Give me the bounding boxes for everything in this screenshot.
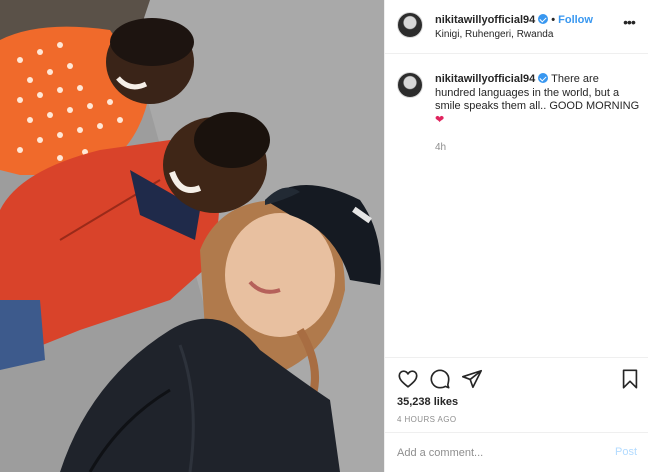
caption-text-block: nikitawillyofficial94 There are hundred … xyxy=(435,73,640,127)
separator: • xyxy=(551,14,556,26)
add-comment-bar: Post xyxy=(385,432,648,472)
heart-icon[interactable] xyxy=(397,368,419,390)
photo-illustration xyxy=(0,0,384,472)
bookmark-icon[interactable] xyxy=(619,368,641,390)
post-photo[interactable] xyxy=(0,0,384,472)
caption-comment: nikitawillyofficial94 There are hundred … xyxy=(385,55,648,355)
avatar[interactable] xyxy=(397,72,423,98)
red-heart-emoji: ❤ xyxy=(435,113,445,126)
verified-badge-icon xyxy=(538,14,549,24)
comment-input[interactable] xyxy=(397,445,597,461)
avatar[interactable] xyxy=(397,12,423,38)
follow-button[interactable]: Follow xyxy=(558,14,593,26)
verified-badge-icon xyxy=(538,73,549,83)
location-link[interactable]: Kinigi, Ruhengeri, Rwanda xyxy=(435,29,553,40)
action-bar xyxy=(385,357,648,397)
share-icon[interactable] xyxy=(461,368,483,390)
caption-time-ago[interactable]: 4h xyxy=(435,142,446,153)
likes-count[interactable]: 35,238 likes xyxy=(397,396,458,408)
comment-icon[interactable] xyxy=(429,368,451,390)
more-options-icon[interactable]: ••• xyxy=(621,14,637,30)
username-link[interactable]: nikitawillyofficial94 xyxy=(435,14,535,26)
post-header: nikitawillyofficial94 • Follow Kinigi, Ruh… xyxy=(385,0,648,54)
post-button[interactable]: Post xyxy=(615,446,637,458)
post-details-panel: nikitawillyofficial94 • Follow Kinigi, Ruh… xyxy=(384,0,648,472)
caption-username[interactable]: nikitawillyofficial94 xyxy=(435,73,535,85)
header-username-row: nikitawillyofficial94 • Follow xyxy=(435,14,593,26)
posted-time[interactable]: 4 HOURS AGO xyxy=(397,415,457,424)
